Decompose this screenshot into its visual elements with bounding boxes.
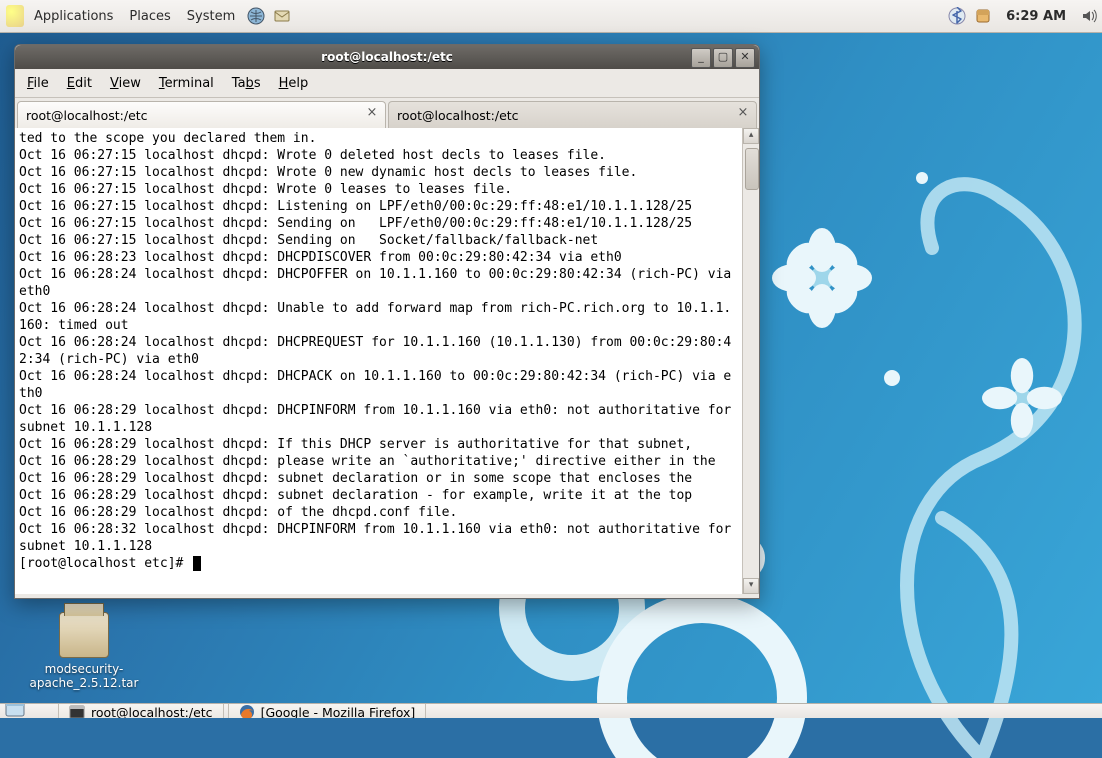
scroll-down-button[interactable]: ▾ xyxy=(743,578,759,594)
tab-2[interactable]: root@localhost:/etc × xyxy=(388,101,757,128)
menu-terminal[interactable]: Terminal xyxy=(151,73,222,94)
maximize-button[interactable]: ▢ xyxy=(713,48,733,68)
menu-tabs[interactable]: Tabs xyxy=(224,73,269,94)
scroll-thumb[interactable] xyxy=(745,148,759,190)
menu-edit[interactable]: Edit xyxy=(59,73,100,94)
tab-1[interactable]: root@localhost:/etc × xyxy=(17,101,386,128)
bottom-taskbar: root@localhost:/etc [Google - Mozilla Fi… xyxy=(0,703,1102,718)
terminal-window: root@localhost:/etc _ ▢ ✕ File Edit View… xyxy=(14,44,760,599)
taskbar-item-label: root@localhost:/etc xyxy=(91,705,213,719)
volume-icon[interactable] xyxy=(1078,5,1100,27)
desktop-icon-label: modsecurity- apache_2.5.12.tar xyxy=(24,662,144,690)
menu-help[interactable]: Help xyxy=(271,73,317,94)
prompt-line[interactable]: [root@localhost etc]# xyxy=(19,555,738,572)
tab-label: root@localhost:/etc xyxy=(397,108,519,123)
update-icon[interactable] xyxy=(972,5,994,27)
package-icon xyxy=(59,612,109,658)
tab-close-icon[interactable]: × xyxy=(365,107,379,121)
terminal-icon xyxy=(69,704,85,718)
window-title: root@localhost:/etc xyxy=(15,50,759,64)
menu-view[interactable]: View xyxy=(102,73,149,94)
cursor xyxy=(193,556,201,571)
menu-system[interactable]: System xyxy=(179,0,243,32)
titlebar[interactable]: root@localhost:/etc _ ▢ ✕ xyxy=(15,45,759,69)
scroll-up-button[interactable]: ▴ xyxy=(743,128,759,144)
menubar: File Edit View Terminal Tabs Help xyxy=(15,69,759,98)
menu-applications[interactable]: Applications xyxy=(26,0,121,32)
tab-label: root@localhost:/etc xyxy=(26,108,148,123)
firefox-icon xyxy=(239,704,255,718)
mail-launcher-icon[interactable] xyxy=(271,5,293,27)
terminal-viewport[interactable]: ted to the scope you declared them in. O… xyxy=(15,128,742,594)
tab-strip: root@localhost:/etc × root@localhost:/et… xyxy=(15,98,759,128)
bluetooth-icon[interactable] xyxy=(946,5,968,27)
taskbar-item-firefox[interactable]: [Google - Mozilla Firefox] xyxy=(228,703,427,718)
prompt-text: [root@localhost etc]# xyxy=(19,555,191,572)
top-panel: Applications Places System 6:29 AM xyxy=(0,0,1102,33)
clock[interactable]: 6:29 AM xyxy=(996,9,1076,24)
close-button[interactable]: ✕ xyxy=(735,48,755,68)
menu-file[interactable]: File xyxy=(19,73,57,94)
show-desktop-icon[interactable] xyxy=(4,703,28,718)
taskbar-item-label: [Google - Mozilla Firefox] xyxy=(261,705,416,719)
desktop-icon-modsecurity[interactable]: modsecurity- apache_2.5.12.tar xyxy=(24,612,144,690)
taskbar-item-terminal[interactable]: root@localhost:/etc xyxy=(58,703,224,718)
distro-icon xyxy=(2,5,24,27)
scrollbar[interactable]: ▴ ▾ xyxy=(742,128,759,594)
menu-places[interactable]: Places xyxy=(121,0,178,32)
tab-close-icon[interactable]: × xyxy=(736,107,750,121)
browser-launcher-icon[interactable] xyxy=(245,5,267,27)
minimize-button[interactable]: _ xyxy=(691,48,711,68)
